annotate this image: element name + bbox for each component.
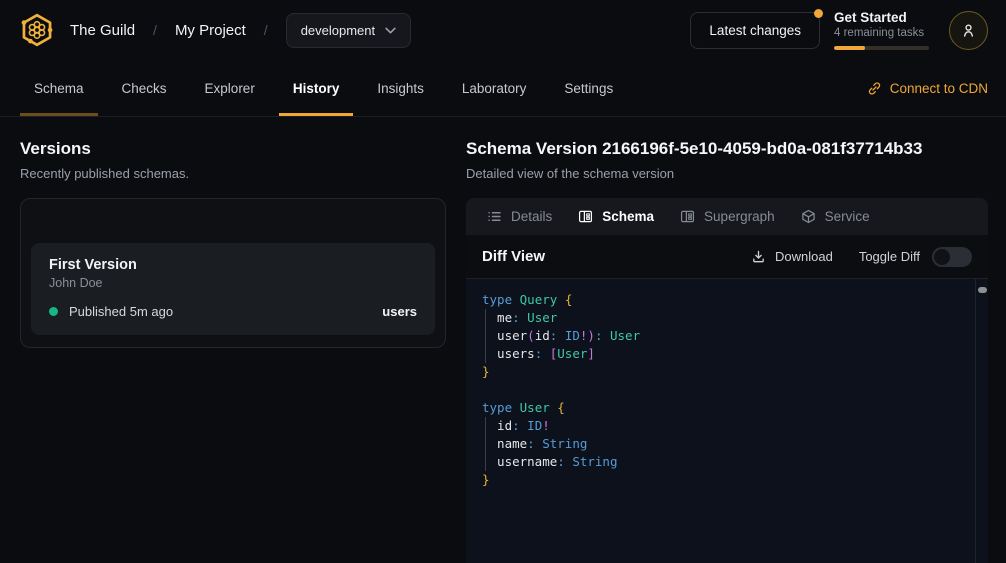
code-line: type Query { <box>482 291 972 309</box>
nav-tab-history[interactable]: History <box>277 60 356 116</box>
schema-code-area[interactable]: type Query { me: User user(id: ID!): Use… <box>466 279 988 563</box>
get-started-subtitle: 4 remaining tasks <box>834 27 929 39</box>
columns-icon <box>680 209 695 224</box>
detail-tab-label: Schema <box>602 209 654 224</box>
code-line: username: String <box>482 453 972 471</box>
schema-code: type Query { me: User user(id: ID!): Use… <box>466 279 988 501</box>
target-selector-dropdown[interactable]: development <box>286 13 411 48</box>
hive-logo-icon[interactable] <box>18 11 56 49</box>
get-started-widget[interactable]: Get Started 4 remaining tasks <box>834 10 929 50</box>
list-icon <box>487 209 502 224</box>
user-avatar[interactable] <box>949 11 988 50</box>
nav-tab-label: Explorer <box>205 81 255 96</box>
toggle-knob <box>934 249 950 265</box>
code-line: type User { <box>482 399 972 417</box>
code-line: users: [User] <box>482 345 972 363</box>
breadcrumb-org[interactable]: The Guild <box>70 22 135 39</box>
published-status-dot <box>49 307 58 316</box>
nav-tabs: Schema Checks Explorer History Insights Labor… <box>18 60 635 116</box>
schema-version-subtitle: Detailed view of the schema version <box>466 166 988 181</box>
main-content: Versions Recently published schemas. Fir… <box>0 117 1006 563</box>
person-icon <box>960 22 977 39</box>
code-line <box>482 381 972 399</box>
versions-list-card: First Version John Doe Published 5m ago … <box>20 198 446 348</box>
nav-tab-label: Settings <box>564 81 613 96</box>
schema-version-title: Schema Version 2166196f-5e10-4059-bd0a-0… <box>466 139 988 159</box>
version-name: First Version <box>49 257 417 273</box>
code-line: } <box>482 471 972 489</box>
diff-actions: Download Toggle Diff <box>751 247 972 267</box>
toggle-diff-switch[interactable] <box>932 247 972 267</box>
indent-guide <box>485 417 486 471</box>
download-label: Download <box>775 249 833 264</box>
connect-to-cdn-label: Connect to CDN <box>890 81 988 96</box>
nav-tab-label: Insights <box>377 81 424 96</box>
link-icon <box>867 81 882 96</box>
detail-tab-label: Supergraph <box>704 209 775 224</box>
cube-icon <box>801 209 816 224</box>
nav-tab-insights[interactable]: Insights <box>361 60 440 116</box>
versions-title: Versions <box>20 139 446 159</box>
download-button[interactable]: Download <box>751 249 833 264</box>
code-line: user(id: ID!): User <box>482 327 972 345</box>
latest-changes-label: Latest changes <box>709 23 801 38</box>
nav-tab-label: Schema <box>34 81 84 96</box>
top-header: The Guild / My Project / development Lat… <box>0 0 1006 60</box>
columns-icon <box>578 209 593 224</box>
detail-tab-details[interactable]: Details <box>474 198 565 235</box>
version-author: John Doe <box>49 276 417 290</box>
chevron-down-icon <box>385 27 396 34</box>
detail-tab-schema[interactable]: Schema <box>565 198 667 235</box>
code-line: } <box>482 363 972 381</box>
breadcrumb-separator: / <box>260 22 272 38</box>
nav-spacer <box>635 60 867 116</box>
versions-panel: Versions Recently published schemas. Fir… <box>20 139 446 563</box>
breadcrumb-project[interactable]: My Project <box>175 22 246 39</box>
code-line: me: User <box>482 309 972 327</box>
diff-view-title: Diff View <box>482 248 545 265</box>
detail-tab-label: Service <box>825 209 870 224</box>
detail-tab-supergraph[interactable]: Supergraph <box>667 198 788 235</box>
get-started-progressbar <box>834 46 929 50</box>
version-list-item[interactable]: First Version John Doe Published 5m ago … <box>31 243 435 335</box>
code-scrollbar-thumb[interactable] <box>978 287 987 293</box>
detail-tab-label: Details <box>511 209 552 224</box>
toggle-diff-control: Toggle Diff <box>859 247 972 267</box>
download-icon <box>751 249 766 264</box>
detail-tab-service[interactable]: Service <box>788 198 883 235</box>
main-navbar: Schema Checks Explorer History Insights Labor… <box>0 60 1006 117</box>
nav-tab-settings[interactable]: Settings <box>548 60 629 116</box>
code-line: id: ID! <box>482 417 972 435</box>
target-selector-value: development <box>301 23 375 38</box>
version-service-badge: users <box>382 304 417 319</box>
get-started-progress-fill <box>834 46 865 50</box>
nav-tab-label: Laboratory <box>462 81 527 96</box>
nav-tab-checks[interactable]: Checks <box>106 60 183 116</box>
nav-tab-label: History <box>293 81 340 96</box>
version-status: Published 5m ago <box>69 304 173 319</box>
connect-to-cdn-button[interactable]: Connect to CDN <box>867 60 988 116</box>
nav-tab-explorer[interactable]: Explorer <box>189 60 271 116</box>
nav-tab-label: Checks <box>122 81 167 96</box>
breadcrumb-separator: / <box>149 22 161 38</box>
detail-tabstrip: Details Schema Supergraph Service <box>466 198 988 235</box>
code-scrollbar[interactable] <box>975 279 988 563</box>
versions-subtitle: Recently published schemas. <box>20 166 446 181</box>
get-started-title: Get Started <box>834 10 929 25</box>
latest-changes-button[interactable]: Latest changes <box>690 12 820 49</box>
nav-tab-schema[interactable]: Schema <box>18 60 100 116</box>
version-detail-panel: Schema Version 2166196f-5e10-4059-bd0a-0… <box>466 139 988 563</box>
toggle-diff-label: Toggle Diff <box>859 249 920 264</box>
notification-dot <box>814 9 823 18</box>
nav-tab-laboratory[interactable]: Laboratory <box>446 60 543 116</box>
code-line: name: String <box>482 435 972 453</box>
indent-guide <box>485 309 486 363</box>
version-meta-row: Published 5m ago users <box>49 304 417 319</box>
diff-view-header: Diff View Download Toggle Diff <box>466 235 988 279</box>
